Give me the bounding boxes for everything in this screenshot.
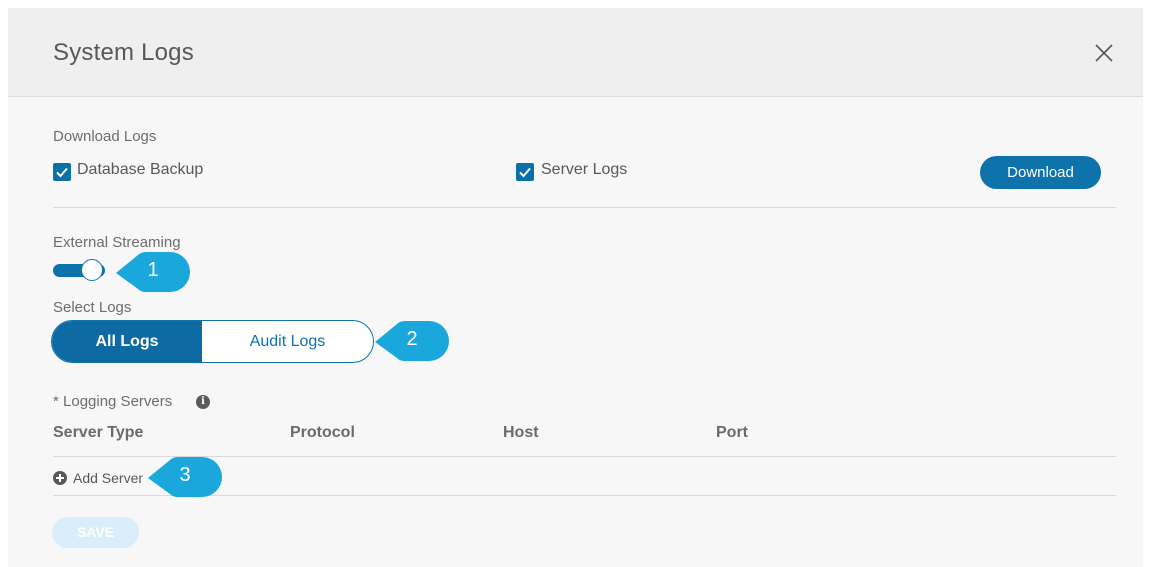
plus-circle-icon xyxy=(53,471,67,485)
tab-all-logs[interactable]: All Logs xyxy=(52,321,202,362)
column-header-host: Host xyxy=(503,424,539,441)
check-icon xyxy=(519,167,531,178)
close-icon[interactable] xyxy=(1093,42,1115,64)
save-button[interactable]: SAVE xyxy=(52,517,139,548)
system-logs-dialog: System Logs Download Logs Database Backu… xyxy=(8,8,1143,567)
database-backup-checkbox[interactable] xyxy=(53,163,71,181)
server-logs-label: Server Logs xyxy=(541,161,628,178)
dialog-title: System Logs xyxy=(53,39,194,66)
download-button[interactable]: Download xyxy=(980,156,1101,189)
column-header-protocol: Protocol xyxy=(290,424,355,441)
callout-number-1: 1 xyxy=(147,259,159,281)
add-server-label: Add Server xyxy=(73,470,144,486)
callout-number-3: 3 xyxy=(179,464,191,486)
tab-audit-logs[interactable]: Audit Logs xyxy=(202,321,373,362)
check-icon xyxy=(56,167,68,178)
select-logs-label: Select Logs xyxy=(53,299,132,316)
logging-servers-label: * Logging Servers xyxy=(53,393,173,410)
dialog-header: System Logs xyxy=(8,8,1143,97)
download-logs-label: Download Logs xyxy=(53,128,157,145)
callout-number-2: 2 xyxy=(406,328,418,350)
toggle-knob[interactable] xyxy=(81,259,103,281)
server-logs-checkbox[interactable] xyxy=(516,163,534,181)
divider xyxy=(53,207,1116,208)
column-header-server-type: Server Type xyxy=(53,424,144,441)
info-icon[interactable]: i xyxy=(196,395,210,409)
database-backup-label: Database Backup xyxy=(77,161,204,178)
select-logs-segmented-control: All Logs Audit Logs xyxy=(51,320,374,363)
external-streaming-label: External Streaming xyxy=(53,234,181,251)
column-header-port: Port xyxy=(716,424,748,441)
